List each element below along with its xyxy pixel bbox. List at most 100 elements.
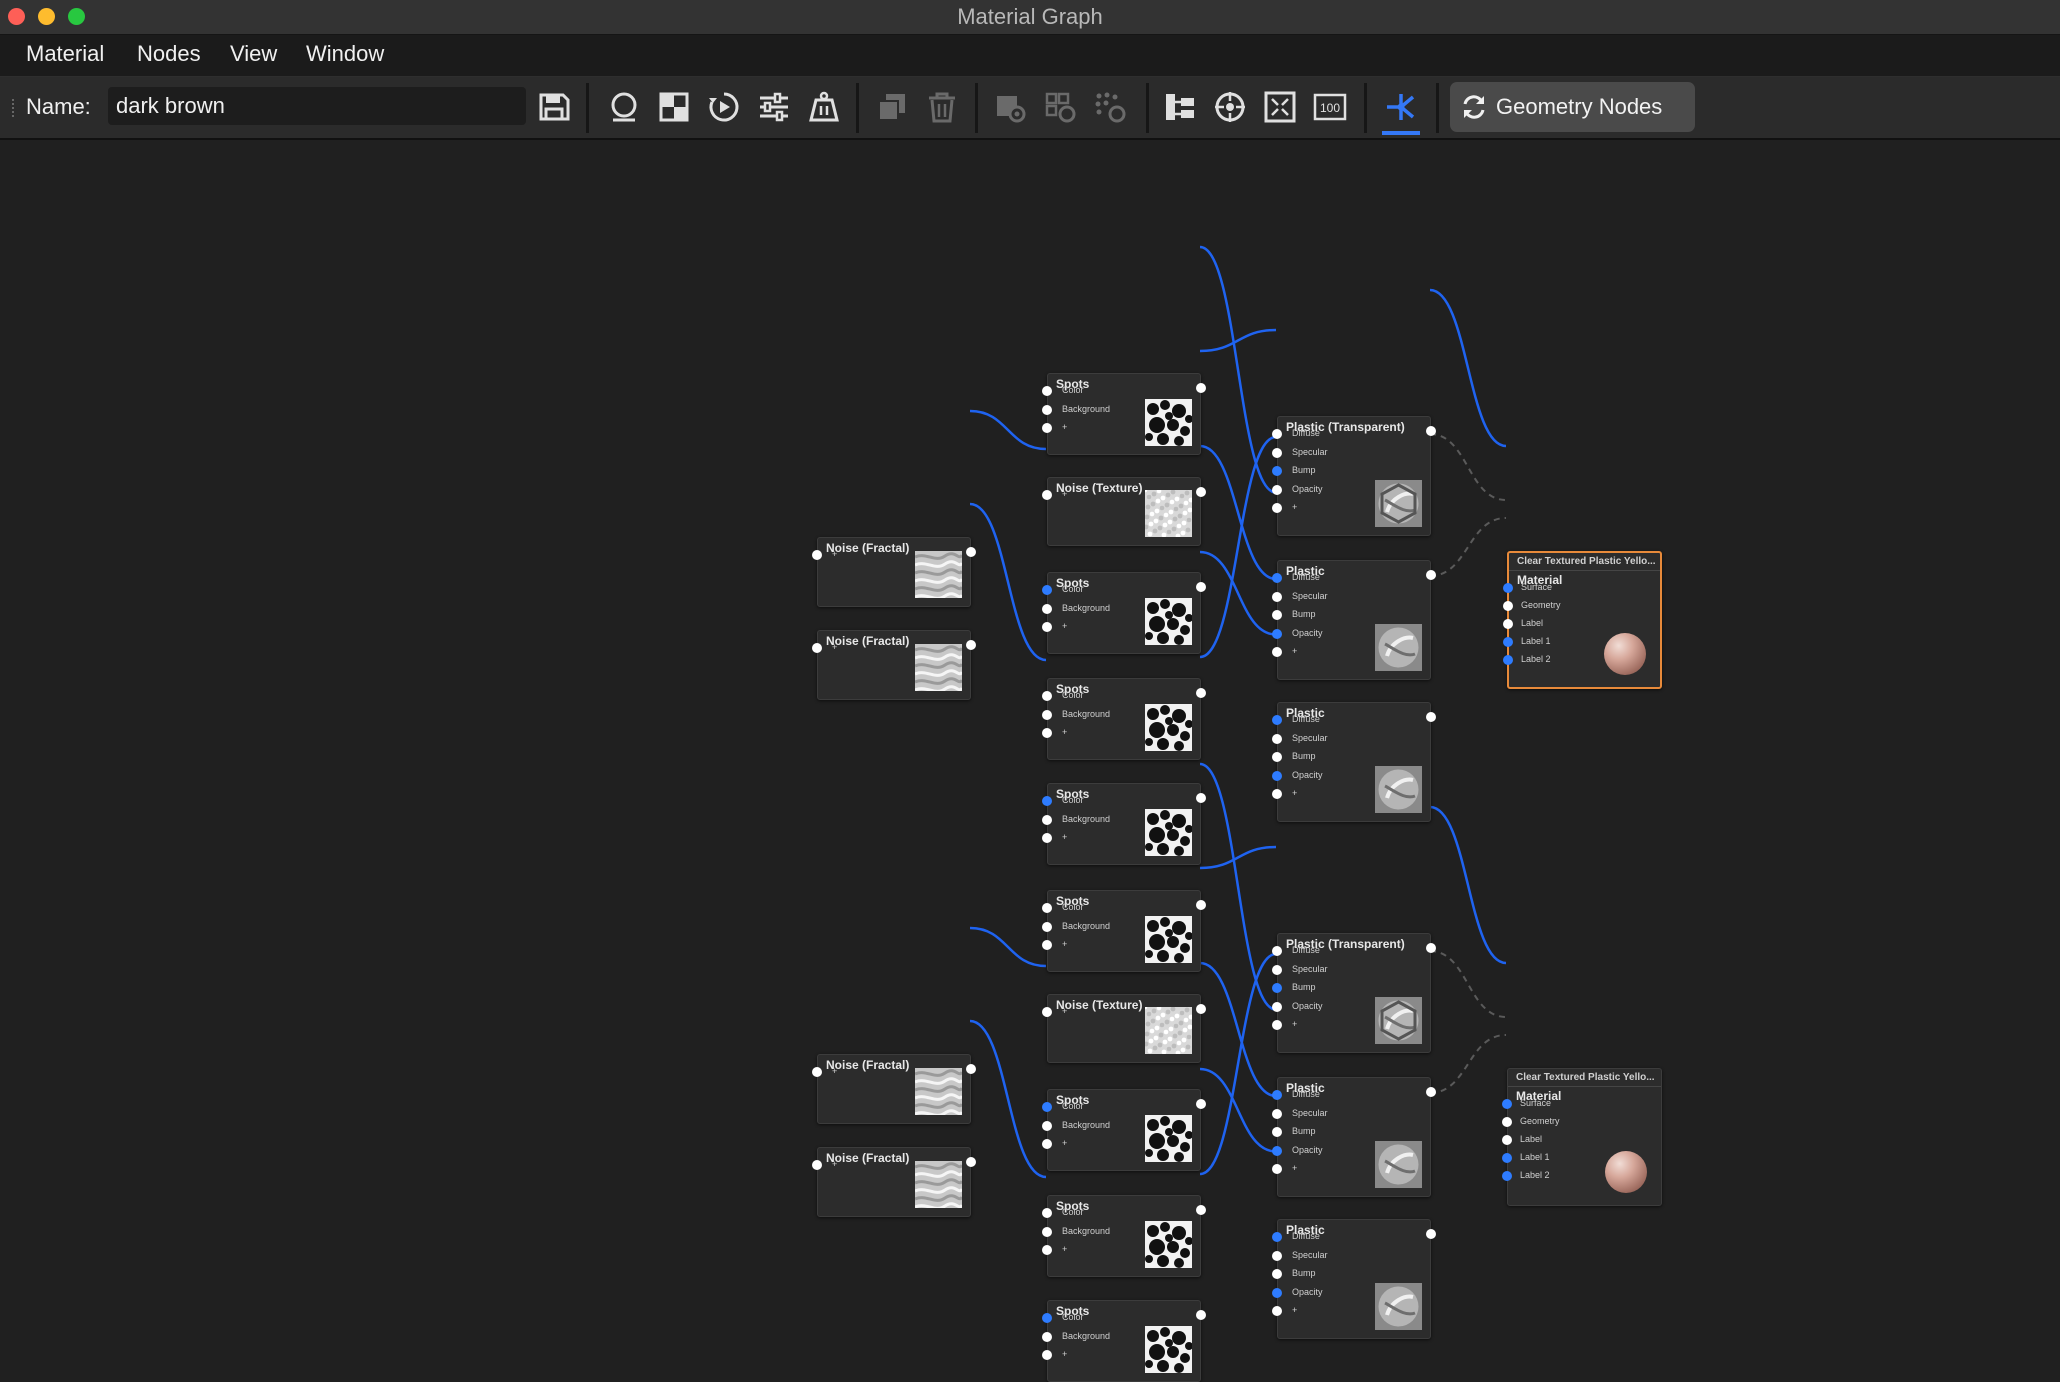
input-port[interactable] — [1272, 1164, 1282, 1174]
spots-node[interactable]: Spots Color Background + — [1042, 373, 1206, 455]
input-port[interactable] — [1272, 1306, 1282, 1316]
output-port[interactable] — [966, 547, 976, 557]
input-port[interactable] — [1272, 1250, 1282, 1261]
input-port[interactable] — [1042, 728, 1052, 738]
preview-shape-button[interactable] — [601, 84, 647, 130]
input-port[interactable] — [1272, 1145, 1282, 1156]
center-view-button[interactable] — [1207, 84, 1253, 130]
input-port[interactable] — [1042, 833, 1052, 843]
spots-node[interactable]: Spots Color Background + — [1042, 1195, 1206, 1277]
output-port[interactable] — [1426, 426, 1436, 436]
input-port[interactable] — [1503, 583, 1513, 593]
output-port[interactable] — [1426, 1229, 1436, 1239]
arrange-nodes-button[interactable] — [1157, 84, 1203, 130]
input-port[interactable] — [1042, 1350, 1052, 1360]
input-port[interactable] — [1042, 1007, 1052, 1017]
input-port[interactable] — [1272, 733, 1282, 744]
input-port[interactable] — [1503, 637, 1513, 647]
active-connection[interactable] — [1199, 550, 1277, 636]
inactive-connection[interactable] — [1429, 517, 1507, 577]
output-port[interactable] — [1196, 1310, 1206, 1320]
active-connection[interactable] — [1199, 1067, 1277, 1153]
output-port[interactable] — [1426, 712, 1436, 722]
input-port[interactable] — [1272, 447, 1282, 458]
material-node[interactable]: Clear Textured Plastic Yello... Material S… — [1503, 551, 1662, 689]
adjustments-button[interactable] — [751, 84, 797, 130]
input-port[interactable] — [1272, 429, 1282, 439]
play-preview-button[interactable] — [701, 84, 747, 130]
input-port[interactable] — [1042, 386, 1052, 396]
input-port[interactable] — [1272, 983, 1282, 993]
save-button[interactable] — [531, 84, 577, 130]
input-port[interactable] — [1502, 1153, 1512, 1163]
active-connection[interactable] — [1199, 952, 1277, 1176]
input-port[interactable] — [1272, 1001, 1282, 1012]
menu-view[interactable]: View — [230, 41, 277, 67]
spots-node[interactable]: Spots Color Background + — [1042, 678, 1206, 760]
menu-window[interactable]: Window — [306, 41, 384, 67]
render-all-button[interactable] — [1087, 84, 1133, 130]
plastic-node[interactable]: Plastic Diffuse Specular Bump Opacity + — [1272, 1219, 1436, 1339]
noise-texture-node[interactable]: Noise (Texture) + — [1042, 994, 1206, 1063]
output-port[interactable] — [1426, 1087, 1436, 1097]
input-port[interactable] — [1502, 1099, 1512, 1109]
output-port[interactable] — [1196, 793, 1206, 803]
node-graph-canvas[interactable]: Spots Color Background + Noise (Texture) + Spo… — [0, 140, 2060, 1382]
input-port[interactable] — [1042, 940, 1052, 950]
output-port[interactable] — [1196, 1004, 1206, 1014]
delete-button[interactable] — [919, 84, 965, 130]
plastic-node[interactable]: Plastic Diffuse Specular Bump Opacity + — [1272, 560, 1436, 680]
input-port[interactable] — [1272, 770, 1282, 781]
input-port[interactable] — [812, 1160, 822, 1170]
input-port[interactable] — [1272, 1269, 1282, 1279]
fit-view-button[interactable] — [1257, 84, 1303, 130]
output-port[interactable] — [966, 1064, 976, 1074]
input-port[interactable] — [1042, 1313, 1052, 1323]
active-connection[interactable] — [1199, 444, 1277, 581]
input-port[interactable] — [1272, 946, 1282, 956]
noise-fractal-node[interactable]: Noise (Fractal) + — [812, 1054, 976, 1124]
input-port[interactable] — [1042, 921, 1052, 932]
input-port[interactable] — [1042, 1226, 1052, 1237]
input-port[interactable] — [1502, 1135, 1512, 1145]
input-port[interactable] — [1272, 610, 1282, 620]
input-port[interactable] — [1272, 752, 1282, 762]
input-port[interactable] — [1272, 573, 1282, 583]
active-connection[interactable] — [1199, 435, 1277, 659]
inactive-connection[interactable] — [1429, 950, 1507, 1018]
output-port[interactable] — [1196, 487, 1206, 497]
output-port[interactable] — [1196, 1099, 1206, 1109]
input-port[interactable] — [1272, 715, 1282, 725]
active-connection[interactable] — [969, 1019, 1047, 1179]
input-port[interactable] — [1272, 484, 1282, 495]
plastic-transparent-node[interactable]: Plastic (Transparent) Diffuse Specular Bump… — [1272, 933, 1436, 1053]
input-port[interactable] — [812, 643, 822, 653]
input-port[interactable] — [812, 550, 822, 560]
active-connection[interactable] — [1199, 245, 1277, 494]
render-group-button[interactable] — [1037, 84, 1083, 130]
spots-node[interactable]: Spots Color Background + — [1042, 1089, 1206, 1171]
input-port[interactable] — [1272, 503, 1282, 513]
input-port[interactable] — [1042, 1139, 1052, 1149]
noise-texture-node[interactable]: Noise (Texture) + — [1042, 477, 1206, 546]
input-port[interactable] — [1042, 903, 1052, 913]
output-port[interactable] — [1196, 582, 1206, 592]
input-port[interactable] — [1042, 1120, 1052, 1131]
input-port[interactable] — [1503, 655, 1513, 665]
geometry-nodes-button[interactable]: Geometry Nodes — [1450, 82, 1695, 132]
input-port[interactable] — [1042, 423, 1052, 433]
weight-button[interactable] — [801, 84, 847, 130]
input-port[interactable] — [1042, 709, 1052, 720]
input-port[interactable] — [1042, 603, 1052, 614]
input-port[interactable] — [1503, 619, 1513, 629]
spots-node[interactable]: Spots Color Background + — [1042, 572, 1206, 654]
inactive-connection[interactable] — [1429, 433, 1507, 501]
active-connection[interactable] — [1429, 805, 1507, 965]
input-port[interactable] — [1042, 622, 1052, 632]
input-port[interactable] — [812, 1067, 822, 1077]
output-port[interactable] — [1196, 1205, 1206, 1215]
checker-background-button[interactable] — [651, 84, 697, 130]
spots-node[interactable]: Spots Color Background + — [1042, 1300, 1206, 1382]
input-port[interactable] — [1042, 1102, 1052, 1112]
spots-node[interactable]: Spots Color Background + — [1042, 890, 1206, 972]
